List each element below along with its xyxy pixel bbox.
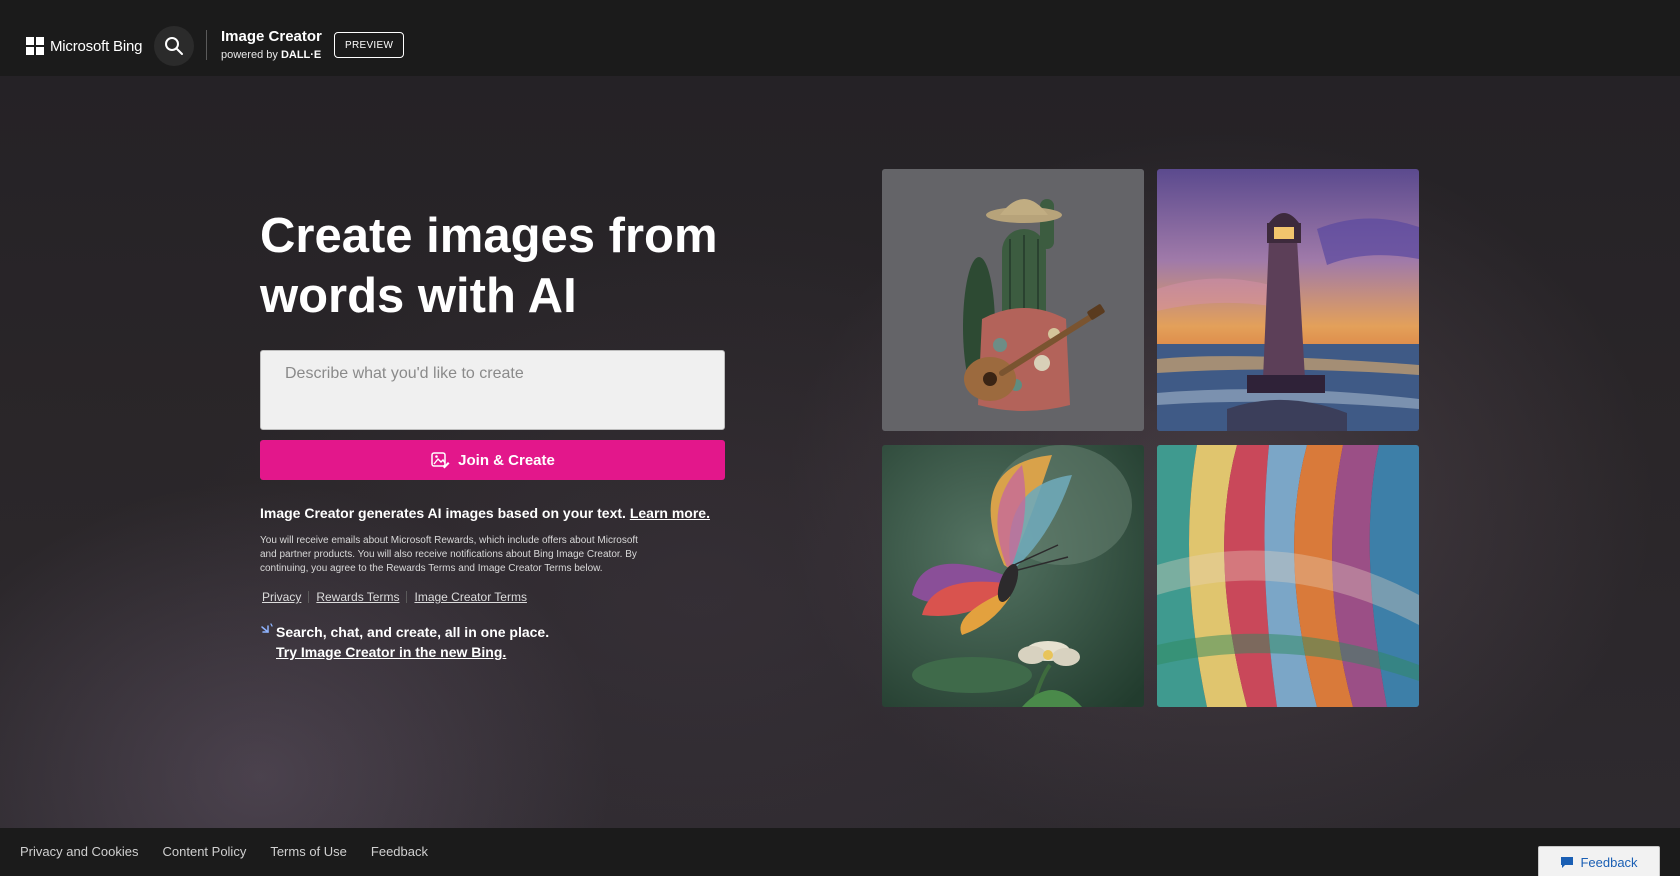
top-header: Microsoft Bing Image Creator powered by … [0, 0, 1680, 76]
new-bing-promo: Search, chat, and create, all in one pla… [260, 622, 549, 662]
search-icon [165, 37, 183, 55]
brand-name: Microsoft Bing [50, 37, 143, 55]
search-button[interactable] [154, 26, 194, 66]
product-title-block[interactable]: Image Creator powered by DALL·E [221, 28, 322, 64]
lighthouse-sunset-image [1157, 169, 1419, 431]
image-creator-terms-link[interactable]: Image Creator Terms [414, 590, 526, 604]
product-title: Image Creator [221, 28, 322, 45]
microsoft-logo-icon [26, 37, 44, 55]
hero-background [0, 76, 1680, 828]
footer-content-policy-link[interactable]: Content Policy [163, 844, 247, 859]
promo-line: Search, chat, and create, all in one pla… [276, 624, 550, 640]
footer-feedback-link[interactable]: Feedback [371, 844, 428, 859]
description: Image Creator generates AI images based … [260, 505, 710, 521]
powered-prefix: powered by [221, 49, 278, 61]
powered-by: powered by DALL·E [221, 46, 322, 64]
cactus-guitar-image [882, 169, 1144, 431]
powered-brand: DALL·E [280, 49, 322, 61]
preview-badge: PREVIEW [334, 32, 405, 58]
page: Microsoft Bing Image Creator powered by … [0, 0, 1680, 876]
page-footer: Privacy and Cookies Content Policy Terms… [0, 828, 1680, 876]
image-create-icon [431, 452, 450, 469]
header-divider [206, 30, 207, 60]
fine-print: You will receive emails about Microsoft … [260, 535, 638, 574]
create-button-label: Join & Create [458, 451, 555, 469]
feedback-button[interactable]: Feedback [1538, 846, 1660, 876]
footer-terms-of-use-link[interactable]: Terms of Use [270, 844, 347, 859]
example-gallery [882, 169, 1419, 707]
feedback-chat-icon [1561, 857, 1574, 868]
terms-links: Privacy Rewards Terms Image Creator Term… [262, 590, 527, 604]
rewards-terms-link[interactable]: Rewards Terms [316, 590, 399, 604]
footer-links: Privacy and Cookies Content Policy Terms… [20, 844, 452, 859]
prompt-input[interactable] [260, 350, 725, 430]
colorful-ribbons-image [1157, 445, 1419, 707]
description-text: Image Creator generates AI images based … [260, 505, 626, 521]
privacy-link[interactable]: Privacy [262, 590, 301, 604]
feedback-button-label: Feedback [1580, 854, 1638, 870]
promo-text: Search, chat, and create, all in one pla… [276, 622, 549, 662]
terms-separator [308, 591, 310, 603]
hero-title: Create images from words with AI [260, 209, 718, 323]
terms-separator [406, 591, 408, 603]
join-and-create-button[interactable]: Join & Create [260, 440, 725, 480]
learn-more-link[interactable]: Learn more. [630, 505, 710, 521]
footer-privacy-cookies-link[interactable]: Privacy and Cookies [20, 844, 139, 859]
sparkle-arrow-icon [261, 623, 273, 633]
rainbow-butterfly-image [882, 445, 1144, 707]
try-new-bing-link[interactable]: Try Image Creator in the new Bing. [276, 644, 506, 660]
bing-logo-link[interactable]: Microsoft Bing [26, 37, 142, 55]
